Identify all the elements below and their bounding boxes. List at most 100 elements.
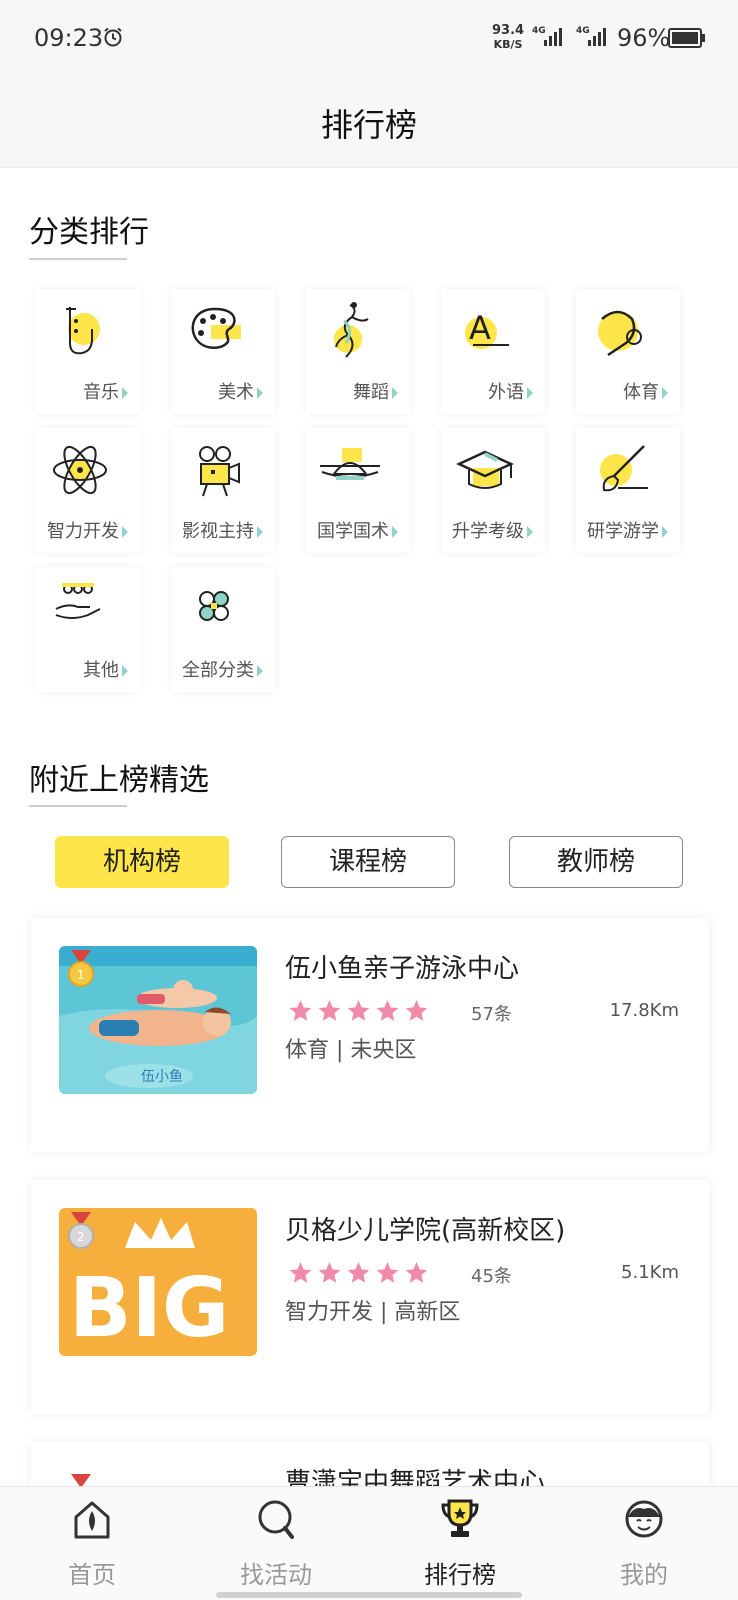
bottom-nav: 首页 找活动 排行榜 我的	[0, 1486, 738, 1600]
ping-pong-icon	[598, 310, 642, 357]
svg-text:2: 2	[77, 1230, 85, 1244]
alarm-icon	[104, 27, 122, 47]
rating-stars	[287, 998, 432, 1028]
silver-medal-icon: 2	[68, 1212, 94, 1249]
signal-icon-2: 4G	[576, 26, 606, 46]
category-label: 影视主持	[182, 517, 263, 543]
signal-icon: 4G	[532, 26, 562, 46]
net-speed: 93.4 KB/S	[492, 24, 524, 52]
category-label: 美术	[218, 378, 263, 404]
category-label: 其他	[83, 656, 128, 682]
ranking-card[interactable]: 伍小鱼 1 伍小鱼亲子游泳中心 57条 17.8Km 体育 | 未央区	[31, 918, 709, 1152]
battery-icon	[668, 28, 705, 48]
arrow-right-icon	[257, 665, 263, 677]
category-clover[interactable]: 全部分类	[171, 567, 275, 692]
rating-stars	[287, 1260, 432, 1290]
trophy-icon	[441, 1499, 479, 1537]
institution-name: 贝格少儿学院(高新校区)	[285, 1216, 566, 1246]
arrow-right-icon	[122, 526, 128, 538]
category-section-title: 分类排行	[29, 215, 149, 250]
category-hand-dots[interactable]: 其他	[36, 567, 140, 692]
atom-icon	[53, 445, 107, 495]
profile-icon	[625, 1500, 663, 1538]
nav-home[interactable]: 首页	[0, 1487, 184, 1600]
tab-institution[interactable]: 机构榜	[55, 836, 229, 888]
svg-text:1: 1	[77, 968, 85, 982]
arrow-right-icon	[392, 387, 398, 399]
nav-label: 首页	[68, 1561, 116, 1589]
palette-icon	[191, 307, 241, 350]
category-label: 升学考级	[452, 517, 533, 543]
category-traditional-hat[interactable]: 国学国术	[306, 428, 410, 553]
nav-find-activity[interactable]: 找活动	[184, 1487, 368, 1600]
tab-teacher[interactable]: 教师榜	[509, 836, 683, 888]
graduation-cap-icon	[456, 450, 514, 489]
nav-label: 排行榜	[424, 1561, 496, 1589]
category-film-camera[interactable]: 影视主持	[171, 428, 275, 553]
letter-a-icon: A	[465, 309, 509, 349]
nav-mine[interactable]: 我的	[552, 1487, 736, 1600]
category-label: 音乐	[83, 378, 128, 404]
category-label: 舞蹈	[353, 378, 398, 404]
star-icon	[376, 1000, 399, 1021]
svg-text:4G: 4G	[532, 26, 546, 36]
ranking-card[interactable]: BIG 2 贝格少儿学院(高新校区) 45条 5.1Km 智力开发 | 高新区	[31, 1180, 709, 1414]
arrow-right-icon	[527, 387, 533, 399]
category-district: 体育 | 未央区	[285, 1038, 417, 1063]
category-label: 国学国术	[317, 517, 398, 543]
battery-percent: 96%	[617, 24, 671, 52]
tab-course[interactable]: 课程榜	[281, 836, 455, 888]
traditional-hat-icon	[320, 448, 380, 480]
star-icon	[405, 1262, 428, 1283]
category-dancer[interactable]: 舞蹈	[306, 289, 410, 414]
category-paintbrush[interactable]: 研学游学	[576, 428, 680, 553]
page-title: 排行榜	[320, 106, 417, 144]
arrow-right-icon	[122, 665, 128, 677]
nav-ranking[interactable]: 排行榜	[368, 1487, 552, 1600]
category-saxophone[interactable]: 音乐	[36, 289, 140, 414]
nav-label: 我的	[620, 1561, 668, 1589]
hand-dots-icon	[55, 583, 101, 619]
net-speed-unit: KB/S	[493, 38, 523, 51]
gold-medal-icon: 1	[68, 950, 94, 987]
status-time: 09:23	[34, 24, 104, 52]
arrow-right-icon	[257, 526, 263, 538]
star-icon	[347, 1262, 370, 1283]
net-speed-value: 93.4	[492, 23, 525, 38]
category-graduation-cap[interactable]: 升学考级	[441, 428, 545, 553]
search-icon	[258, 1500, 294, 1539]
arrow-right-icon	[662, 387, 668, 399]
svg-text:4G: 4G	[576, 26, 590, 36]
home-icon	[74, 1501, 110, 1539]
arrow-right-icon	[257, 387, 263, 399]
svg-text:A: A	[469, 309, 491, 347]
distance: 17.8Km	[609, 1000, 679, 1021]
star-icon	[289, 1000, 312, 1021]
nav-label: 找活动	[240, 1561, 312, 1589]
category-ping-pong[interactable]: 体育	[576, 289, 680, 414]
section-underline	[29, 258, 127, 260]
arrow-right-icon	[122, 387, 128, 399]
thumb-logo-text: 伍小鱼	[141, 1068, 183, 1085]
star-icon	[318, 1262, 341, 1283]
dancer-icon	[334, 302, 369, 358]
institution-thumbnail: 伍小鱼 1	[59, 946, 257, 1094]
category-atom[interactable]: 智力开发	[36, 428, 140, 553]
distance: 5.1Km	[621, 1262, 679, 1283]
star-icon	[347, 1000, 370, 1021]
review-count: 57条	[471, 1004, 512, 1025]
thumb-logo-text: BIG	[69, 1261, 229, 1356]
top-bar: 09:23 93.4 KB/S 4G 4G 96% 排行榜	[0, 0, 738, 168]
arrow-right-icon	[392, 526, 398, 538]
category-letter-a[interactable]: A 外语	[441, 289, 545, 414]
category-label: 外语	[488, 378, 533, 404]
arrow-right-icon	[527, 526, 533, 538]
paintbrush-icon	[600, 445, 648, 492]
star-icon	[405, 1000, 428, 1021]
arrow-right-icon	[662, 526, 668, 538]
category-palette[interactable]: 美术	[171, 289, 275, 414]
category-label: 研学游学	[587, 517, 668, 543]
clover-icon	[199, 591, 229, 621]
star-icon	[318, 1000, 341, 1021]
star-icon	[289, 1262, 312, 1283]
